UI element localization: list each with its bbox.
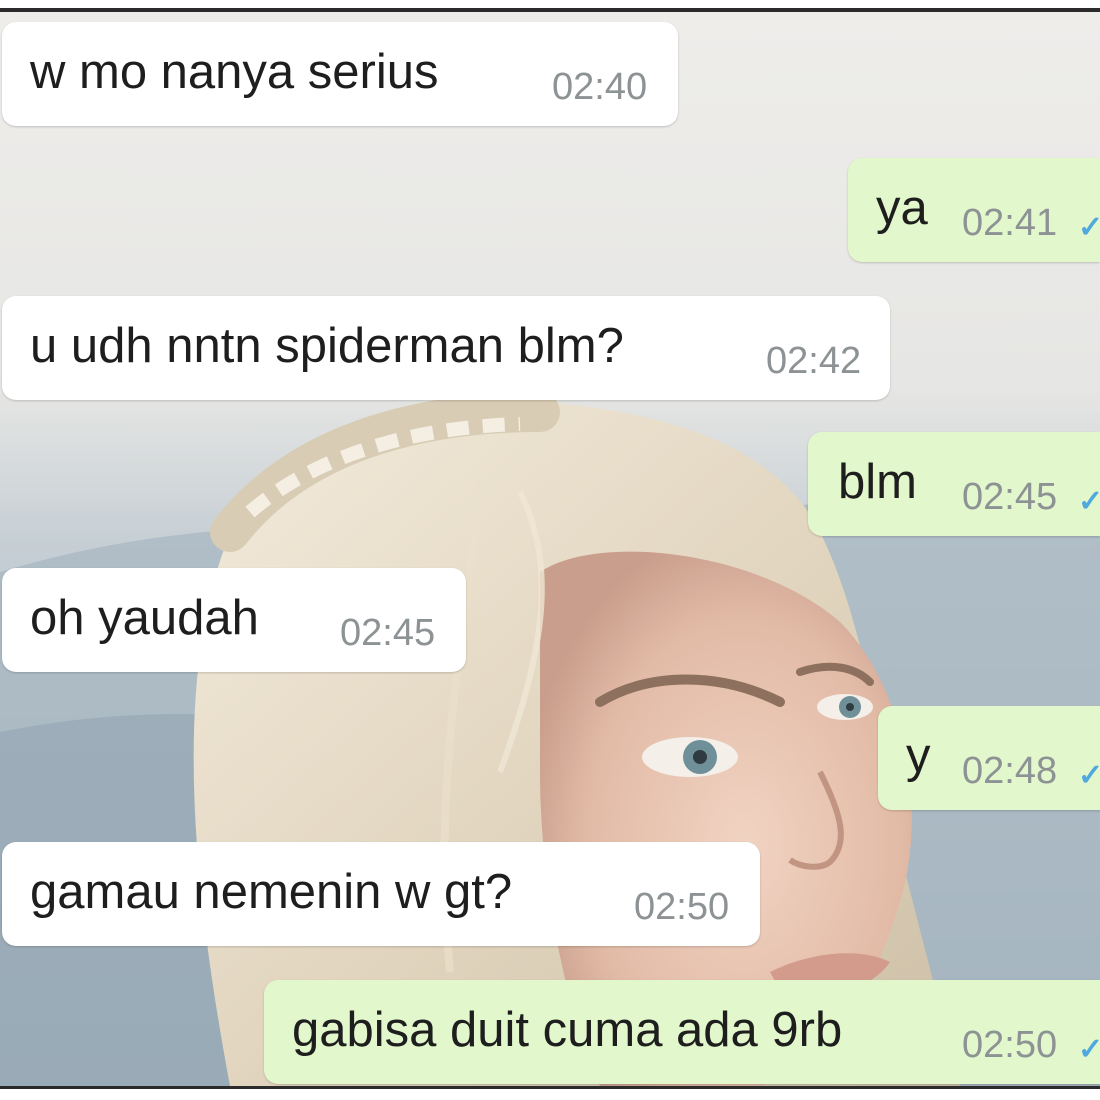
message-bubble-incoming[interactable]: oh yaudah 02:45 [2, 568, 466, 672]
message-timestamp: 02:40 [552, 66, 648, 108]
message-text: w mo nanya serius [30, 45, 439, 99]
check-icon: ✓ [1078, 485, 1100, 518]
message-bubble-incoming[interactable]: w mo nanya serius 02:40 [2, 22, 678, 126]
message-timestamp: 02:42 [766, 340, 862, 382]
check-icon: ✓ [1078, 1033, 1100, 1066]
message-text: y [906, 729, 931, 783]
message-bubble-outgoing[interactable]: blm 02:45 ✓ [808, 432, 1100, 536]
message-text: gamau nemenin w gt? [30, 865, 513, 919]
message-timestamp: 02:50 [962, 1024, 1058, 1066]
message-bubble-incoming[interactable]: u udh nntn spiderman blm? 02:42 [2, 296, 890, 400]
check-icon: ✓ [1078, 759, 1100, 792]
message-text: blm [838, 455, 917, 509]
message-bubble-outgoing[interactable]: ya 02:41 ✓ [848, 158, 1100, 262]
message-timestamp: 02:48 [962, 750, 1058, 792]
message-bubble-outgoing[interactable]: y 02:48 ✓ [878, 706, 1100, 810]
message-timestamp: 02:45 [340, 612, 436, 654]
message-timestamp: 02:45 [962, 476, 1058, 518]
message-bubble-incoming[interactable]: gamau nemenin w gt? 02:50 [2, 842, 760, 946]
top-border [0, 8, 1100, 12]
message-text: oh yaudah [30, 591, 259, 645]
bottom-border [0, 1086, 1100, 1089]
screenshot-frame: w mo nanya serius 02:40 ya 02:41 ✓ u udh… [0, 0, 1100, 1100]
message-text: ya [876, 181, 928, 235]
message-timestamp: 02:41 [962, 202, 1058, 244]
message-timestamp: 02:50 [634, 886, 730, 928]
message-text: u udh nntn spiderman blm? [30, 319, 624, 373]
message-bubble-outgoing[interactable]: gabisa duit cuma ada 9rb 02:50 ✓ [264, 980, 1100, 1084]
check-icon: ✓ [1078, 211, 1100, 244]
message-text: gabisa duit cuma ada 9rb [292, 1003, 843, 1057]
